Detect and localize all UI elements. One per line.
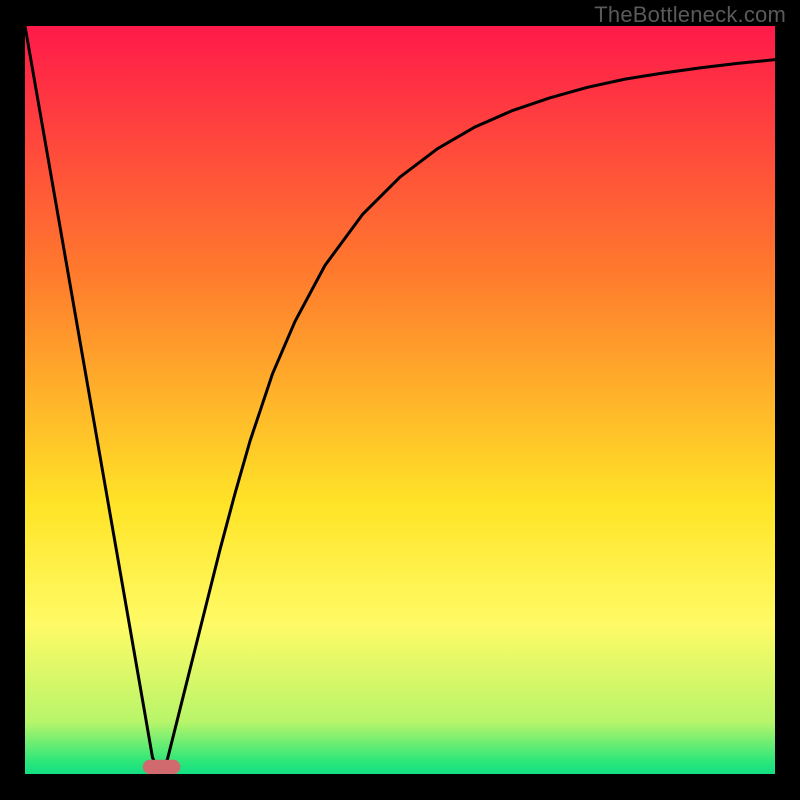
gradient-background: [25, 26, 775, 774]
chart-container: TheBottleneck.com: [0, 0, 800, 800]
optimal-marker: [143, 760, 181, 774]
watermark-text: TheBottleneck.com: [594, 2, 786, 28]
plot-area: [25, 26, 775, 774]
bottleneck-chart: [25, 26, 775, 774]
